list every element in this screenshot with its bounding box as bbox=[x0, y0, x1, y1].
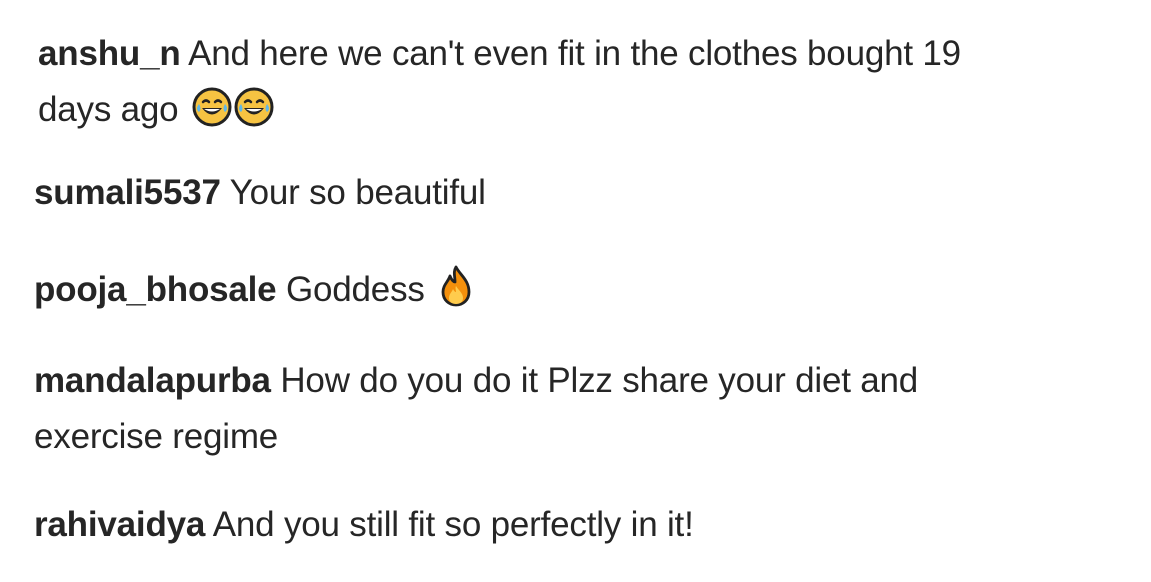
comment-text: Goddess bbox=[285, 270, 425, 309]
comment-item: anshu_n And here we can't even fit in th… bbox=[38, 26, 961, 144]
comment-username[interactable]: rahivaidya bbox=[34, 505, 205, 544]
comment-text: And you still fit so perfectly in it! bbox=[212, 505, 694, 544]
comment-list: anshu_n And here we can't even fit in th… bbox=[0, 0, 1151, 582]
fire-icon bbox=[438, 265, 474, 324]
comment-text: exercise regime bbox=[34, 417, 279, 456]
comment-item: rahivaidya And you still fit so perfectl… bbox=[34, 497, 694, 553]
comment-username[interactable]: sumali5537 bbox=[34, 173, 221, 212]
comment-username[interactable]: anshu_n bbox=[38, 34, 181, 73]
face-with-tears-of-joy-icon bbox=[192, 87, 232, 144]
comment-item: mandalapurba How do you do it Plzz share… bbox=[34, 353, 918, 465]
comment-item: sumali5537 Your so beautiful bbox=[34, 165, 486, 221]
comment-item: pooja_bhosale Goddess bbox=[34, 262, 474, 324]
comment-text: And here we can't even fit in the clothe… bbox=[188, 34, 961, 73]
comment-username[interactable]: mandalapurba bbox=[34, 361, 271, 400]
comment-text: How do you do it Plzz share your diet an… bbox=[280, 361, 919, 400]
comment-username[interactable]: pooja_bhosale bbox=[34, 270, 277, 309]
comment-text: Your so beautiful bbox=[229, 173, 486, 212]
face-with-tears-of-joy-icon bbox=[234, 87, 274, 144]
comment-text: days ago bbox=[38, 90, 179, 129]
